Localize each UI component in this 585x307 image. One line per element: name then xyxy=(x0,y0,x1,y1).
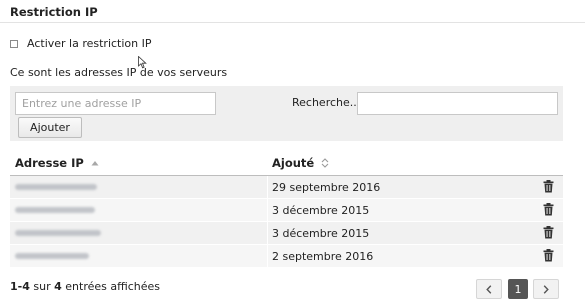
ip-address-input[interactable] xyxy=(15,92,216,115)
column-separator xyxy=(267,199,268,221)
pagination: 1 xyxy=(0,279,585,299)
add-ip-button[interactable]: Ajouter xyxy=(18,117,82,138)
column-separator xyxy=(267,176,268,198)
trash-icon[interactable] xyxy=(543,226,554,242)
ip-toolbar: Ajouter Recherche... xyxy=(10,86,563,141)
search-label: Recherche... xyxy=(292,96,361,109)
ip-address-blurred xyxy=(15,184,97,190)
ip-table: Adresse IP Ajouté 29 septembre 2016 3 dé… xyxy=(10,152,563,268)
column-header-added-label: Ajouté xyxy=(272,156,315,170)
table-row: 29 septembre 2016 xyxy=(10,176,563,199)
restriction-checkbox[interactable] xyxy=(10,39,18,48)
column-header-ip[interactable]: Adresse IP xyxy=(15,156,99,170)
ip-address-blurred xyxy=(15,230,101,236)
table-row: 3 décembre 2015 xyxy=(10,222,563,245)
column-header-ip-label: Adresse IP xyxy=(15,156,84,170)
restriction-checkbox-label[interactable]: Activer la restriction IP xyxy=(27,37,152,50)
sort-ascending-icon[interactable] xyxy=(91,160,99,166)
table-row: 3 décembre 2015 xyxy=(10,199,563,222)
added-date: 2 septembre 2016 xyxy=(272,250,374,263)
page-button-current[interactable]: 1 xyxy=(508,279,528,299)
ip-address-blurred xyxy=(15,253,89,259)
chevron-left-icon xyxy=(486,284,492,294)
added-date: 3 décembre 2015 xyxy=(272,204,370,217)
section-title: Restriction IP xyxy=(10,5,98,19)
sort-both-icon[interactable] xyxy=(321,158,329,168)
column-header-added[interactable]: Ajouté xyxy=(272,156,329,170)
section-divider xyxy=(0,22,585,23)
next-page-button[interactable] xyxy=(533,279,559,299)
added-date: 29 septembre 2016 xyxy=(272,181,381,194)
servers-description: Ce sont les adresses IP de vos serveurs xyxy=(10,66,228,79)
trash-icon[interactable] xyxy=(543,180,554,196)
column-separator xyxy=(267,245,268,267)
ip-address-blurred xyxy=(15,207,95,213)
trash-icon[interactable] xyxy=(543,203,554,219)
restriction-toggle[interactable]: Activer la restriction IP xyxy=(10,37,152,50)
added-date: 3 décembre 2015 xyxy=(272,227,370,240)
table-row: 2 septembre 2016 xyxy=(10,245,563,268)
prev-page-button[interactable] xyxy=(476,279,502,299)
column-separator xyxy=(267,222,268,244)
table-header: Adresse IP Ajouté xyxy=(10,152,563,176)
chevron-right-icon xyxy=(543,284,549,294)
search-input[interactable] xyxy=(357,92,558,115)
trash-icon[interactable] xyxy=(543,249,554,265)
